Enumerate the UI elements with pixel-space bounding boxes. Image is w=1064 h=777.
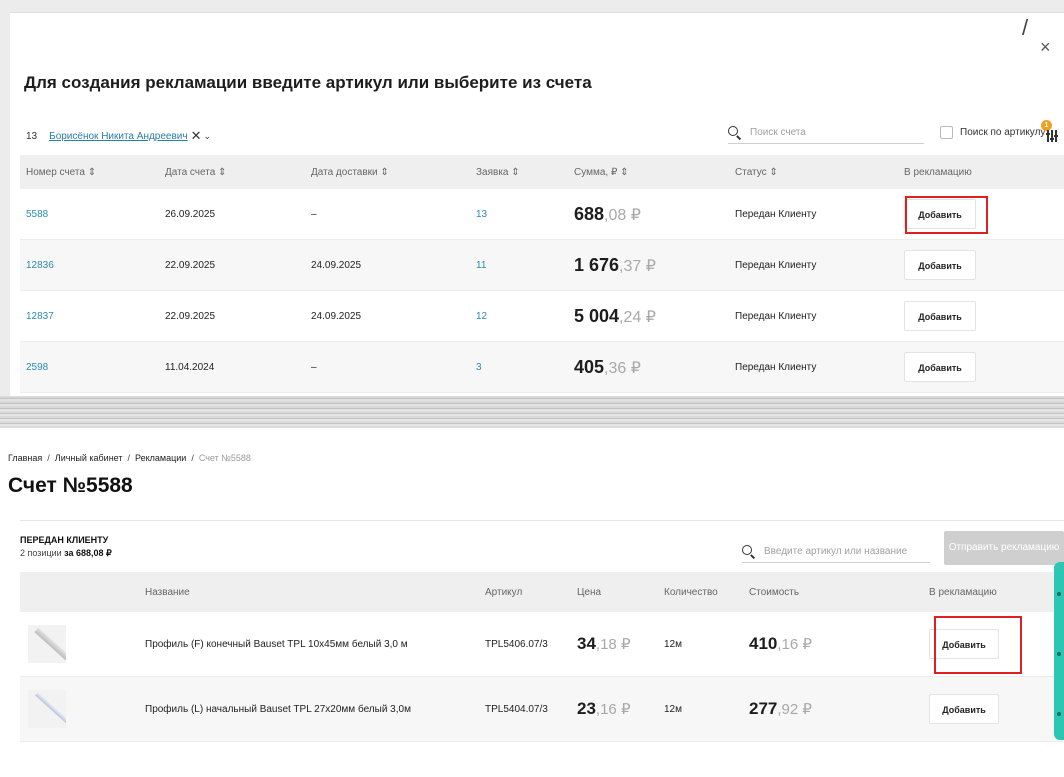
col-invoice-number[interactable]: Номер счета ⇕ [20,167,165,178]
client-filter-chip[interactable]: Борисёнок Никита Андреевич [49,131,187,142]
invoice-sum: 688,08 ₽ [574,203,641,224]
filter-count: 13 [26,130,38,142]
article-search-checkbox[interactable] [940,126,953,139]
side-widget-tab[interactable] [1054,562,1064,740]
product-name[interactable]: Профиль (F) конечный Bauset TPL 10х45мм … [145,639,485,650]
col-cost: Стоимость [749,586,800,598]
page-title: Счет №5588 [8,474,133,497]
order-link[interactable]: 11 [476,260,574,271]
invoice-summary-bar: ПЕРЕДАН КЛИЕНТУ 2 позиции за 688,08 ₽ От… [20,520,1064,572]
product-cost: 277,92 ₽ [749,699,812,718]
remove-filter-icon[interactable]: ✕ [191,128,202,144]
col-name: Название [145,586,190,598]
add-to-claim-button[interactable]: Добавить [929,694,999,724]
product-table-header: Название Артикул Цена Количество Стоимос… [20,572,1064,612]
invoice-search-input[interactable] [750,127,910,138]
invoice-number-link[interactable]: 5588 [20,209,165,220]
col-order[interactable]: Заявка ⇕ [476,167,574,178]
highlight-frame [934,616,1022,674]
invoice-status: Передан Клиенту [735,259,817,271]
col-quantity: Количество [664,586,718,598]
add-to-claim-button[interactable]: Добавить [904,250,976,280]
product-quantity: 12м [664,638,682,650]
col-status[interactable]: Статус ⇕ [735,167,904,178]
breadcrumb-account[interactable]: Личный кабинет [55,453,123,463]
breadcrumb-home[interactable]: Главная [8,453,42,463]
product-table: Название Артикул Цена Количество Стоимос… [20,572,1064,742]
col-to-claim: В рекламацию [929,586,997,598]
close-modal-button[interactable]: × [1040,37,1051,58]
invoice-date: 11.04.2024 [165,361,215,373]
invoice-date: 26.09.2025 [165,208,216,220]
product-search [742,541,930,563]
chevron-down-icon[interactable]: ⌄ [204,131,212,142]
product-name[interactable]: Профиль (L) начальный Bauset TPL 27х20мм… [145,704,485,715]
invoice-sum: 1 676,37 ₽ [574,254,656,275]
breadcrumb-claims[interactable]: Рекламации [135,453,186,463]
delivery-date: 24.09.2025 [311,310,362,322]
col-price: Цена [577,586,602,598]
invoice-status: Передан Клиенту [735,361,817,373]
col-invoice-date[interactable]: Дата счета ⇕ [165,167,311,178]
delivery-date: – [311,208,317,220]
product-price: 23,16 ₽ [577,699,631,718]
table-row: Профиль (L) начальный Bauset TPL 27х20мм… [20,677,1064,742]
send-claim-button[interactable]: Отправить рекламацию [944,531,1064,565]
modal-backdrop: / × Для создания рекламации введите арти… [0,0,1064,410]
modal-title: Для создания рекламации введите артикул … [24,73,592,92]
invoice-number-link[interactable]: 12837 [20,311,165,322]
product-quantity: 12м [664,703,682,715]
corner-mark: / [1022,15,1029,40]
article-search-label: Поиск по артикулу [960,127,1046,138]
product-article: TPL5406.07/3 [485,638,548,650]
product-cost: 410,16 ₽ [749,634,812,653]
invoice-table: Номер счета ⇕ Дата счета ⇕ Дата доставки… [20,155,1064,393]
col-to-claim: В рекламацию [904,166,972,178]
col-sum[interactable]: Сумма, ₽ ⇕ [574,167,735,178]
product-search-input[interactable] [764,546,924,557]
breadcrumb-current: Счет №5588 [198,453,251,463]
invoice-date: 22.09.2025 [165,310,216,322]
status-badge: ПЕРЕДАН КЛИЕНТУ [20,535,109,545]
table-row: 12837 22.09.2025 24.09.2025 12 5 004,24 … [20,291,1064,342]
search-icon [742,544,756,559]
order-link[interactable]: 12 [476,311,574,322]
product-article: TPL5404.07/3 [485,703,548,715]
article-search-toggle[interactable]: Поиск по артикулу [940,126,1045,139]
order-link[interactable]: 13 [476,209,574,220]
order-link[interactable]: 3 [476,362,574,373]
breadcrumb: Главная / Личный кабинет / Рекламации / … [8,453,251,463]
invoice-sum: 5 004,24 ₽ [574,305,656,326]
search-icon [728,125,742,140]
col-delivery-date[interactable]: Дата доставки ⇕ [311,167,476,178]
col-article: Артикул [485,586,523,598]
invoice-search [728,122,924,144]
positions-summary: 2 позиции за 688,08 ₽ [20,548,112,558]
filter-settings-icon[interactable]: 1 [1041,120,1059,144]
table-row: 2598 11.04.2024 – 3 405,36 ₽ Передан Кли… [20,342,1064,393]
invoice-date: 22.09.2025 [165,259,216,271]
product-image[interactable] [28,625,66,663]
invoice-sum: 405,36 ₽ [574,356,641,377]
delivery-date: – [311,361,317,373]
screenshot-seam [0,396,1064,428]
invoice-status: Передан Клиенту [735,208,817,220]
add-to-claim-button[interactable]: Добавить [904,352,976,382]
invoice-number-link[interactable]: 2598 [20,362,165,373]
highlight-frame [905,196,988,234]
add-to-claim-button[interactable]: Добавить [904,301,976,331]
invoice-number-link[interactable]: 12836 [20,260,165,271]
invoice-status: Передан Клиенту [735,310,817,322]
product-image[interactable] [28,690,66,728]
table-row: Профиль (F) конечный Bauset TPL 10х45мм … [20,612,1064,677]
invoice-table-header: Номер счета ⇕ Дата счета ⇕ Дата доставки… [20,155,1064,189]
product-price: 34,18 ₽ [577,634,631,653]
delivery-date: 24.09.2025 [311,259,362,271]
table-row: 12836 22.09.2025 24.09.2025 11 1 676,37 … [20,240,1064,291]
